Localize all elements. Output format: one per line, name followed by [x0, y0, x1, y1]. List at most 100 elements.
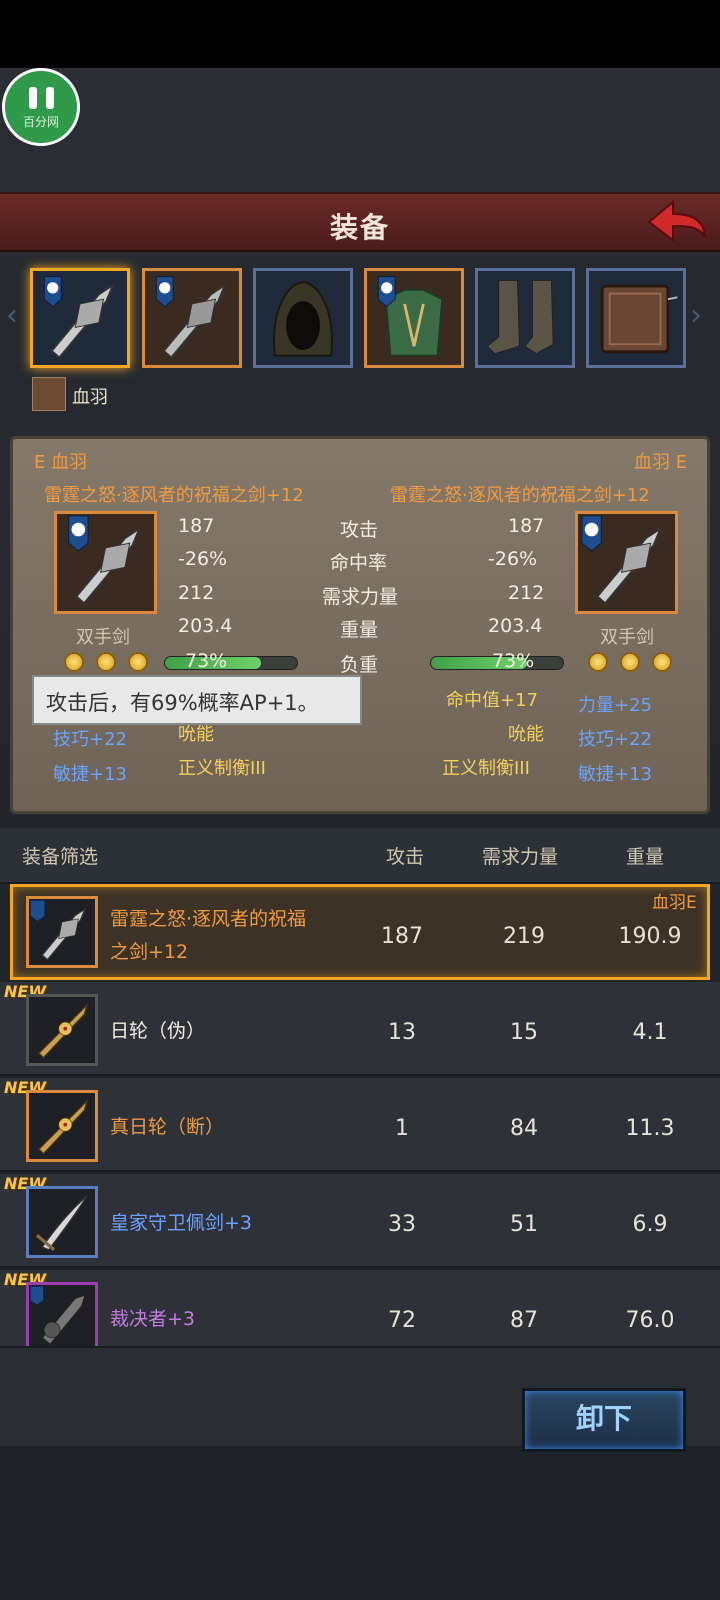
left-item-icon — [54, 511, 157, 614]
gem-icon — [620, 652, 640, 672]
left-bonus: 敏捷+13 — [53, 764, 127, 785]
left-equip-tag: E 血羽 — [34, 452, 88, 473]
item-strength: 219 — [503, 924, 545, 949]
sword-icon — [155, 276, 227, 359]
item-strength: 15 — [510, 1020, 538, 1045]
armor-icon — [377, 276, 444, 357]
slot-off-weapon[interactable] — [142, 268, 242, 368]
status-bar — [0, 0, 720, 68]
gem-icon — [64, 652, 84, 672]
left-skill: 正义制衡III — [178, 758, 266, 779]
item-attack: 33 — [388, 1212, 416, 1237]
unequip-button[interactable]: 卸下 — [522, 1388, 686, 1452]
item-strength: 84 — [510, 1116, 538, 1141]
greatsword-icon — [29, 1285, 87, 1346]
sun-sword-icon — [37, 1098, 89, 1155]
item-attack: 1 — [395, 1116, 409, 1141]
stat-left-value: 212 — [178, 582, 215, 604]
right-item-name: 雷霆之怒·逐风者的祝福之剑+12 — [390, 485, 650, 506]
stat-left-value: 187 — [178, 515, 215, 537]
sort-strength[interactable]: 需求力量 — [482, 842, 558, 869]
item-strength: 87 — [510, 1308, 538, 1333]
filter-button[interactable]: 装备筛选 — [22, 842, 98, 869]
pause-button[interactable]: 百分网 — [2, 68, 80, 146]
hero-avatar[interactable] — [32, 377, 66, 411]
item-weight: 11.3 — [625, 1116, 675, 1141]
stat-right-value: 73% — [492, 650, 535, 672]
stat-label: 需求力量 — [322, 586, 399, 608]
sort-attack[interactable]: 攻击 — [386, 842, 424, 869]
stat-right-value: -26% — [488, 548, 538, 570]
item-row[interactable] — [10, 884, 710, 980]
item-weight: 4.1 — [632, 1020, 668, 1045]
left-item-type: 双手剑 — [76, 627, 130, 648]
item-name: 之剑+12 — [110, 941, 189, 963]
sword-icon — [29, 899, 87, 961]
saber-icon — [35, 1195, 88, 1251]
slot-boots[interactable] — [475, 268, 575, 368]
item-icon — [26, 896, 98, 968]
stat-label: 负重 — [340, 654, 379, 676]
right-bonus: 力量+25 — [578, 695, 652, 716]
equipped-badge: 血羽E — [652, 893, 697, 913]
chevron-left-icon[interactable]: ‹ — [6, 298, 18, 333]
stat-label: 攻击 — [340, 519, 379, 541]
gem-icon — [128, 652, 148, 672]
item-name: 雷霆之怒·逐风者的祝福 — [110, 908, 307, 930]
gem-icon — [588, 652, 608, 672]
skill-tooltip: 攻击后，有69%概率AP+1。 — [32, 675, 362, 725]
item-icon — [26, 1282, 98, 1354]
item-weight: 76.0 — [625, 1308, 675, 1333]
boots-icon — [486, 279, 554, 355]
right-skill: 吮能 — [508, 724, 544, 745]
back-button[interactable] — [645, 196, 709, 248]
right-item-icon — [575, 511, 678, 614]
item-weight: 6.9 — [632, 1212, 668, 1237]
sword-icon — [581, 515, 663, 605]
right-skill: 正义制衡III — [442, 758, 530, 779]
right-bonus: 技巧+22 — [578, 729, 652, 750]
slot-armor[interactable] — [364, 268, 464, 368]
right-skill: 命中值+17 — [446, 690, 538, 711]
slot-book[interactable] — [586, 268, 686, 368]
stat-right-value: 212 — [508, 582, 545, 604]
right-bonus: 敏捷+13 — [578, 764, 652, 785]
gem-icon — [652, 652, 672, 672]
item-icon — [26, 1090, 98, 1162]
item-strength: 51 — [510, 1212, 538, 1237]
gem-icon — [96, 652, 116, 672]
pause-icon — [28, 86, 54, 109]
hero-name: 血羽 — [72, 387, 108, 408]
right-equip-tag: 血羽 E — [634, 452, 688, 473]
stat-right-value: 203.4 — [488, 615, 543, 637]
sword-icon — [43, 276, 115, 359]
filter-bar — [0, 828, 720, 884]
sword-icon — [68, 515, 142, 605]
item-name: 裁决者+3 — [110, 1308, 196, 1330]
item-attack: 187 — [381, 924, 423, 949]
chevron-right-icon[interactable]: › — [690, 298, 702, 333]
page-title: 装备 — [329, 211, 390, 244]
stat-left-value: 203.4 — [178, 615, 233, 637]
left-bonus: 技巧+22 — [53, 729, 127, 750]
stat-left-value: -26% — [178, 548, 228, 570]
book-icon — [600, 284, 678, 354]
page-header: 装备 — [0, 192, 720, 252]
hood-icon — [273, 281, 333, 357]
stat-label: 命中率 — [330, 552, 388, 574]
back-arrow-icon — [647, 199, 707, 242]
stat-right-value: 187 — [508, 515, 545, 537]
left-item-name: 雷霆之怒·逐风者的祝福之剑+12 — [44, 485, 304, 506]
watermark: 百分网 — [22, 114, 59, 129]
sort-weight[interactable]: 重量 — [626, 842, 664, 869]
slot-main-weapon[interactable] — [30, 268, 130, 368]
stat-label: 重量 — [340, 619, 379, 641]
slot-helmet[interactable] — [253, 268, 353, 368]
item-attack: 13 — [388, 1020, 416, 1045]
right-item-type: 双手剑 — [600, 627, 654, 648]
item-icon — [26, 994, 98, 1066]
item-name: 皇家守卫佩剑+3 — [110, 1212, 253, 1234]
item-name: 真日轮（断） — [110, 1116, 225, 1138]
sun-sword-icon — [37, 1002, 89, 1059]
stat-left-value: 73% — [185, 650, 228, 672]
